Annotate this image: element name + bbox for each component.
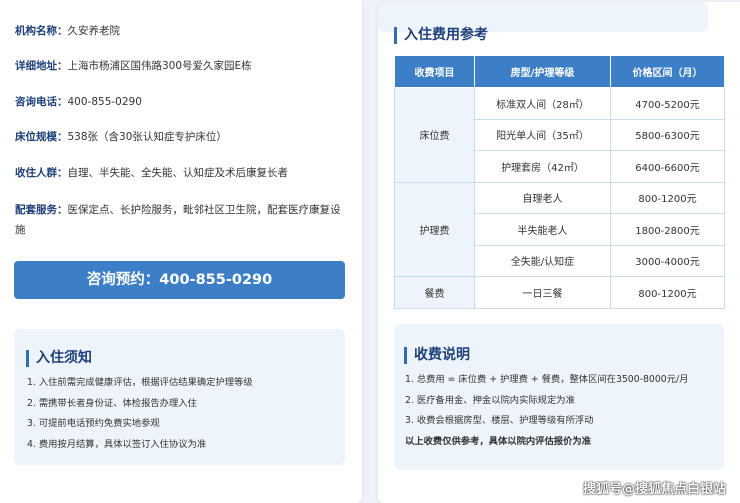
consult-call-button[interactable]: 咨询预约：400-855-0290: [14, 261, 345, 299]
fee-explanation-card: 收费说明 1. 总费用 = 床位费 + 护理费 + 餐费，整体区间在3500-8…: [394, 324, 724, 470]
watermark: 搜狐号@搜狐焦点白银站: [582, 482, 726, 497]
info-value: 538张（含30张认知症专护床位）: [67, 131, 227, 143]
explain-list: 1. 总费用 = 床位费 + 护理费 + 餐费，整体区间在3500-8000元/…: [405, 370, 688, 452]
column-header: 收费项目: [394, 55, 475, 88]
table-header-row: 收费项目 房型/护理等级 价格区间（月）: [394, 55, 725, 88]
info-label: 机构名称：: [15, 25, 68, 37]
fees-panel: 入住费用参考 收费项目 房型/护理等级 价格区间（月） 床位费 标准双人间（28…: [378, 2, 740, 503]
type-cell: 全失能/认知症: [474, 244, 611, 277]
category-cell: 床位费: [394, 87, 475, 183]
type-cell: 半失能老人: [474, 213, 611, 246]
list-item: 2. 需携带长者身份证、体检报告办理入住: [27, 397, 197, 409]
info-value[interactable]: 400-855-0290: [68, 96, 142, 108]
info-label: 详细地址：: [15, 60, 68, 72]
list-item: 2. 医疗备用金、押金以院内实际规定为准: [405, 394, 575, 406]
fee-table: 收费项目 房型/护理等级 价格区间（月） 床位费 标准双人间（28㎡） 4700…: [394, 55, 725, 309]
price-cell: 6400-6600元: [610, 150, 725, 183]
table-row: 护理费 自理老人 800-1200元: [394, 181, 725, 277]
table-row: 餐费 一日三餐 800-1200元: [394, 276, 725, 309]
notice-title: 入住须知: [26, 350, 92, 367]
list-item: 1. 入住前需完成健康评估，根据评估结果确定护理等级: [27, 377, 253, 388]
price-cell: 1800-2800元: [610, 213, 725, 246]
info-value: 上海市杨浦区国伟路300号爱久家园E栋: [67, 60, 252, 72]
list-item: 1. 总费用 = 床位费 + 护理费 + 餐费，整体区间在3500-8000元/…: [405, 374, 689, 385]
type-cell: 标准双人间（28㎡）: [474, 87, 611, 120]
price-cell: 5800-6300元: [610, 118, 725, 151]
type-cell: 阳光单人间（35㎡）: [474, 118, 611, 151]
info-label: 咨询电话：: [15, 96, 68, 108]
info-row-residents: 收住人群：自理、半失能、全失能、认知症及术后康复长者: [15, 163, 349, 183]
info-label: 收住人群：: [15, 167, 68, 179]
admission-notice-card: 入住须知 1. 入住前需完成健康评估，根据评估结果确定护理等级 2. 需携带长者…: [14, 329, 345, 465]
info-row-address: 详细地址：上海市杨浦区国伟路300号爱久家园E栋: [15, 56, 349, 76]
price-cell: 800-1200元: [610, 276, 725, 309]
category-cell: 护理费: [394, 181, 475, 277]
type-cell: 自理老人: [474, 181, 611, 214]
info-row-services: 配套服务：医保定点、长护险服务，毗邻社区卫生院，配套医疗康复设施: [15, 200, 349, 240]
info-row-phone: 咨询电话：400-855-0290: [15, 92, 349, 112]
notice-list: 1. 入住前需完成健康评估，根据评估结果确定护理等级 2. 需携带长者身份证、体…: [27, 373, 253, 455]
info-value: 自理、半失能、全失能、认知症及术后康复长者: [67, 167, 289, 179]
info-label: 配套服务：: [15, 204, 68, 216]
fee-disclaimer: 以上收费仅供参考，具体以院内评估报价为准: [405, 435, 591, 447]
fees-title: 入住费用参考: [394, 27, 488, 44]
price-cell: 4700-5200元: [610, 87, 725, 120]
info-row-name: 机构名称：久安养老院: [15, 21, 349, 41]
type-cell: 一日三餐: [474, 276, 611, 309]
list-item: 3. 可提前电话预约免费实地参观: [27, 418, 160, 429]
explain-title: 收费说明: [404, 347, 470, 364]
column-header: 价格区间（月）: [610, 55, 725, 88]
column-header: 房型/护理等级: [474, 55, 611, 88]
info-row-beds: 床位规模：538张（含30张认知症专护床位）: [15, 127, 349, 147]
type-cell: 护理套房（42㎡）: [474, 150, 611, 183]
price-cell: 3000-4000元: [610, 244, 725, 277]
category-cell: 餐费: [394, 276, 475, 309]
list-item: 3. 收费会根据房型、楼层、护理等级有所浮动: [405, 415, 594, 426]
table-row: 床位费 标准双人间（28㎡） 4700-5200元: [394, 87, 725, 183]
institution-info-panel: 机构名称：久安养老院 详细地址：上海市杨浦区国伟路300号爱久家园E栋 咨询电话…: [0, 0, 362, 503]
info-value: 久安养老院: [67, 25, 121, 37]
info-label: 床位规模：: [15, 131, 68, 143]
list-item: 4. 费用按月结算，具体以签订入住协议为准: [27, 438, 207, 450]
price-cell: 800-1200元: [610, 181, 725, 214]
